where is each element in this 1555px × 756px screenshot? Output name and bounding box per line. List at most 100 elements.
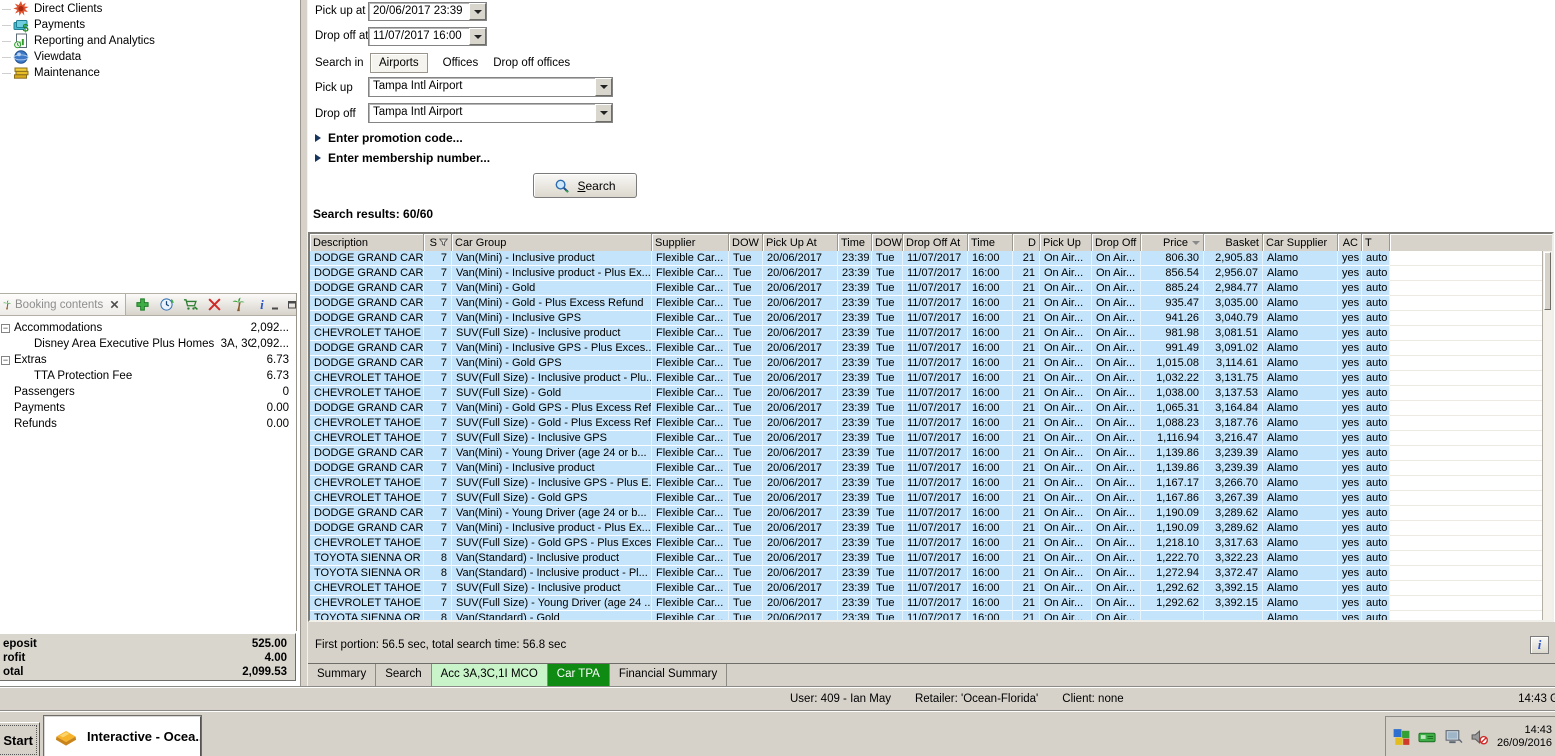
column-header-supplier-3[interactable]: Supplier: [652, 234, 729, 251]
dropoff-at-dropdown-button[interactable]: [469, 28, 486, 45]
antivirus-icon[interactable]: [1392, 728, 1411, 746]
column-header-dow-7[interactable]: DOW: [872, 234, 903, 251]
palm-icon[interactable]: [231, 297, 246, 312]
scrollbar-thumb[interactable]: [1544, 252, 1551, 310]
dropoff-at-select[interactable]: 11/07/2017 16:00: [368, 27, 487, 46]
column-header-s-1[interactable]: S: [424, 234, 452, 251]
result-row[interactable]: DODGE GRAND CAR... 7 Van(Mini) - Inclusive…: [310, 311, 1542, 326]
result-row[interactable]: DODGE GRAND CAR... 7 Van(Mini) - Gold GPS F…: [310, 356, 1542, 371]
column-header-d-10[interactable]: D: [1013, 234, 1040, 251]
cart-icon[interactable]: [183, 297, 199, 312]
nav-item-viewdata[interactable]: Viewdata: [0, 49, 300, 65]
result-row[interactable]: DODGE GRAND CAR... 7 Van(Mini) - Inclusive…: [310, 251, 1542, 266]
booking-item-extras[interactable]: − Extras 6.73: [0, 352, 295, 368]
bottom-tab-car-tpa[interactable]: Car TPA: [547, 664, 610, 686]
result-row[interactable]: CHEVROLET TAHOE ... 7 SUV(Full Size) - Inc…: [310, 326, 1542, 341]
vertical-scrollbar[interactable]: [1542, 251, 1552, 620]
info-icon[interactable]: i: [255, 297, 270, 312]
result-row[interactable]: DODGE GRAND CAR... 7 Van(Mini) - Gold - Pl…: [310, 296, 1542, 311]
column-header-pick-up-at-5[interactable]: Pick Up At: [763, 234, 838, 251]
column-header-t-17[interactable]: T: [1362, 234, 1390, 251]
cell-dow1: Tue: [729, 446, 763, 461]
network-icon[interactable]: [1444, 728, 1463, 746]
promotion-code-toggle[interactable]: Enter promotion code...: [315, 131, 463, 145]
booking-contents-tab[interactable]: Booking contents: [0, 294, 127, 315]
booking-item-tta-protection-fee[interactable]: TTA Protection Fee 6.73: [0, 368, 295, 384]
booking-item-refunds[interactable]: Refunds 0.00: [0, 416, 295, 432]
result-row[interactable]: DODGE GRAND CAR... 7 Van(Mini) - Inclusive…: [310, 461, 1542, 476]
bottom-tab-acc-3a-3c-1i-mco[interactable]: Acc 3A,3C,1I MCO: [431, 664, 548, 686]
delete-icon[interactable]: [207, 297, 222, 312]
pickup-at-select[interactable]: 20/06/2017 23:39: [368, 2, 487, 21]
column-header-drop-off-12[interactable]: Drop Off: [1092, 234, 1141, 251]
tree-collapse-box[interactable]: −: [1, 356, 10, 365]
search-in-tab-offices[interactable]: Offices: [443, 57, 479, 69]
search-in-tab-airports[interactable]: Airports: [370, 52, 428, 73]
nav-item-payments[interactable]: $ Payments: [0, 17, 300, 33]
add-icon[interactable]: [135, 297, 150, 312]
booking-item-accommodations[interactable]: − Accommodations 2,092...: [0, 320, 295, 336]
column-header-time-6[interactable]: Time: [838, 234, 872, 251]
pickup-at-dropdown-button[interactable]: [469, 3, 486, 20]
bottom-tab-financial-summary[interactable]: Financial Summary: [610, 664, 728, 686]
info-button[interactable]: i: [1530, 636, 1549, 654]
search-button[interactable]: Search: [533, 173, 637, 198]
membership-number-toggle[interactable]: Enter membership number...: [315, 151, 490, 165]
column-header-ac-16[interactable]: AC: [1338, 234, 1362, 251]
column-header-pick-up-11[interactable]: Pick Up: [1040, 234, 1092, 251]
result-row[interactable]: DODGE GRAND CAR... 7 Van(Mini) - Young Dri…: [310, 446, 1542, 461]
result-row[interactable]: CHEVROLET TAHOE ... 7 SUV(Full Size) - You…: [310, 596, 1542, 611]
taskbar-app-button[interactable]: Interactive - Ocea...: [43, 715, 202, 756]
result-row[interactable]: CHEVROLET TAHOE ... 7 SUV(Full Size) - Gol…: [310, 416, 1542, 431]
restore-icon[interactable]: [286, 299, 298, 311]
card-icon[interactable]: [1418, 728, 1437, 746]
cell-filler: [1390, 446, 1542, 461]
result-row[interactable]: CHEVROLET TAHOE ... 7 SUV(Full Size) - Gol…: [310, 536, 1542, 551]
result-row[interactable]: TOYOTA SIENNA OR ... 8 Van(Standard) - Inc…: [310, 551, 1542, 566]
booking-item-passengers[interactable]: Passengers 0: [0, 384, 295, 400]
column-header-dow-4[interactable]: DOW: [729, 234, 763, 251]
bottom-tab-summary[interactable]: Summary: [308, 664, 377, 686]
booking-item-disney-area-executive-plus-homes-3a-3c-4-i[interactable]: Disney Area Executive Plus Homes 3A, 3C …: [0, 336, 295, 352]
result-row[interactable]: TOYOTA SIENNA OR ... 8 Van(Standard) - Inc…: [310, 566, 1542, 581]
clock-icon[interactable]: [159, 297, 175, 312]
nav-item-maintenance[interactable]: Maintenance: [0, 65, 300, 81]
result-row[interactable]: DODGE GRAND CAR... 7 Van(Mini) - Inclusive…: [310, 266, 1542, 281]
pickup-location-dropdown-button[interactable]: [595, 78, 612, 96]
column-header-car-supplier-15[interactable]: Car Supplier: [1263, 234, 1338, 251]
bottom-tab-search[interactable]: Search: [376, 664, 432, 686]
result-row[interactable]: CHEVROLET TAHOE ... 7 SUV(Full Size) - Inc…: [310, 581, 1542, 596]
vertical-splitter[interactable]: [300, 0, 308, 686]
result-row[interactable]: CHEVROLET TAHOE ... 7 SUV(Full Size) - Gol…: [310, 491, 1542, 506]
result-row[interactable]: CHEVROLET TAHOE ... 7 SUV(Full Size) - Gol…: [310, 386, 1542, 401]
result-row[interactable]: CHEVROLET TAHOE ... 7 SUV(Full Size) - Inc…: [310, 431, 1542, 446]
column-header-car-group-2[interactable]: Car Group: [452, 234, 652, 251]
tray-clock[interactable]: 14:43 26/09/2016: [1497, 724, 1552, 750]
booking-item-payments[interactable]: Payments 0.00: [0, 400, 295, 416]
nav-item-direct-clients[interactable]: Direct Clients: [0, 1, 300, 17]
result-row[interactable]: DODGE GRAND CAR... 7 Van(Mini) - Gold Flexi…: [310, 281, 1542, 296]
result-row[interactable]: DODGE GRAND CAR... 7 Van(Mini) - Inclusive…: [310, 521, 1542, 536]
cell-pickup_at: 20/06/2017: [763, 581, 838, 596]
result-row[interactable]: CHEVROLET TAHOE ... 7 SUV(Full Size) - Inc…: [310, 371, 1542, 386]
dropoff-location-select[interactable]: Tampa Intl Airport: [368, 103, 613, 123]
volume-muted-icon[interactable]: [1470, 728, 1489, 746]
result-row[interactable]: DODGE GRAND CAR... 7 Van(Mini) - Gold GPS …: [310, 401, 1542, 416]
nav-item-reporting-and-analytics[interactable]: Reporting and Analytics: [0, 33, 300, 49]
column-header-time-9[interactable]: Time: [968, 234, 1013, 251]
result-row[interactable]: TOYOTA SIENNA OR ... 8 Van(Standard) - Gol…: [310, 611, 1542, 620]
minimize-icon[interactable]: [270, 299, 282, 311]
dropoff-location-dropdown-button[interactable]: [595, 104, 612, 122]
tree-collapse-box[interactable]: −: [1, 324, 10, 333]
close-icon[interactable]: [109, 299, 120, 310]
result-row[interactable]: CHEVROLET TAHOE ... 7 SUV(Full Size) - Inc…: [310, 476, 1542, 491]
start-button[interactable]: Start: [0, 722, 40, 756]
pickup-location-select[interactable]: Tampa Intl Airport: [368, 77, 613, 97]
search-in-tab-drop-off-offices[interactable]: Drop off offices: [493, 57, 570, 69]
column-header-drop-off-at-8[interactable]: Drop Off At: [903, 234, 968, 251]
column-header-price-13[interactable]: Price: [1141, 234, 1204, 251]
result-row[interactable]: DODGE GRAND CAR... 7 Van(Mini) - Young Dri…: [310, 506, 1542, 521]
column-header-description-0[interactable]: Description: [310, 234, 424, 251]
result-row[interactable]: DODGE GRAND CAR... 7 Van(Mini) - Inclusive…: [310, 341, 1542, 356]
column-header-basket-14[interactable]: Basket: [1204, 234, 1263, 251]
